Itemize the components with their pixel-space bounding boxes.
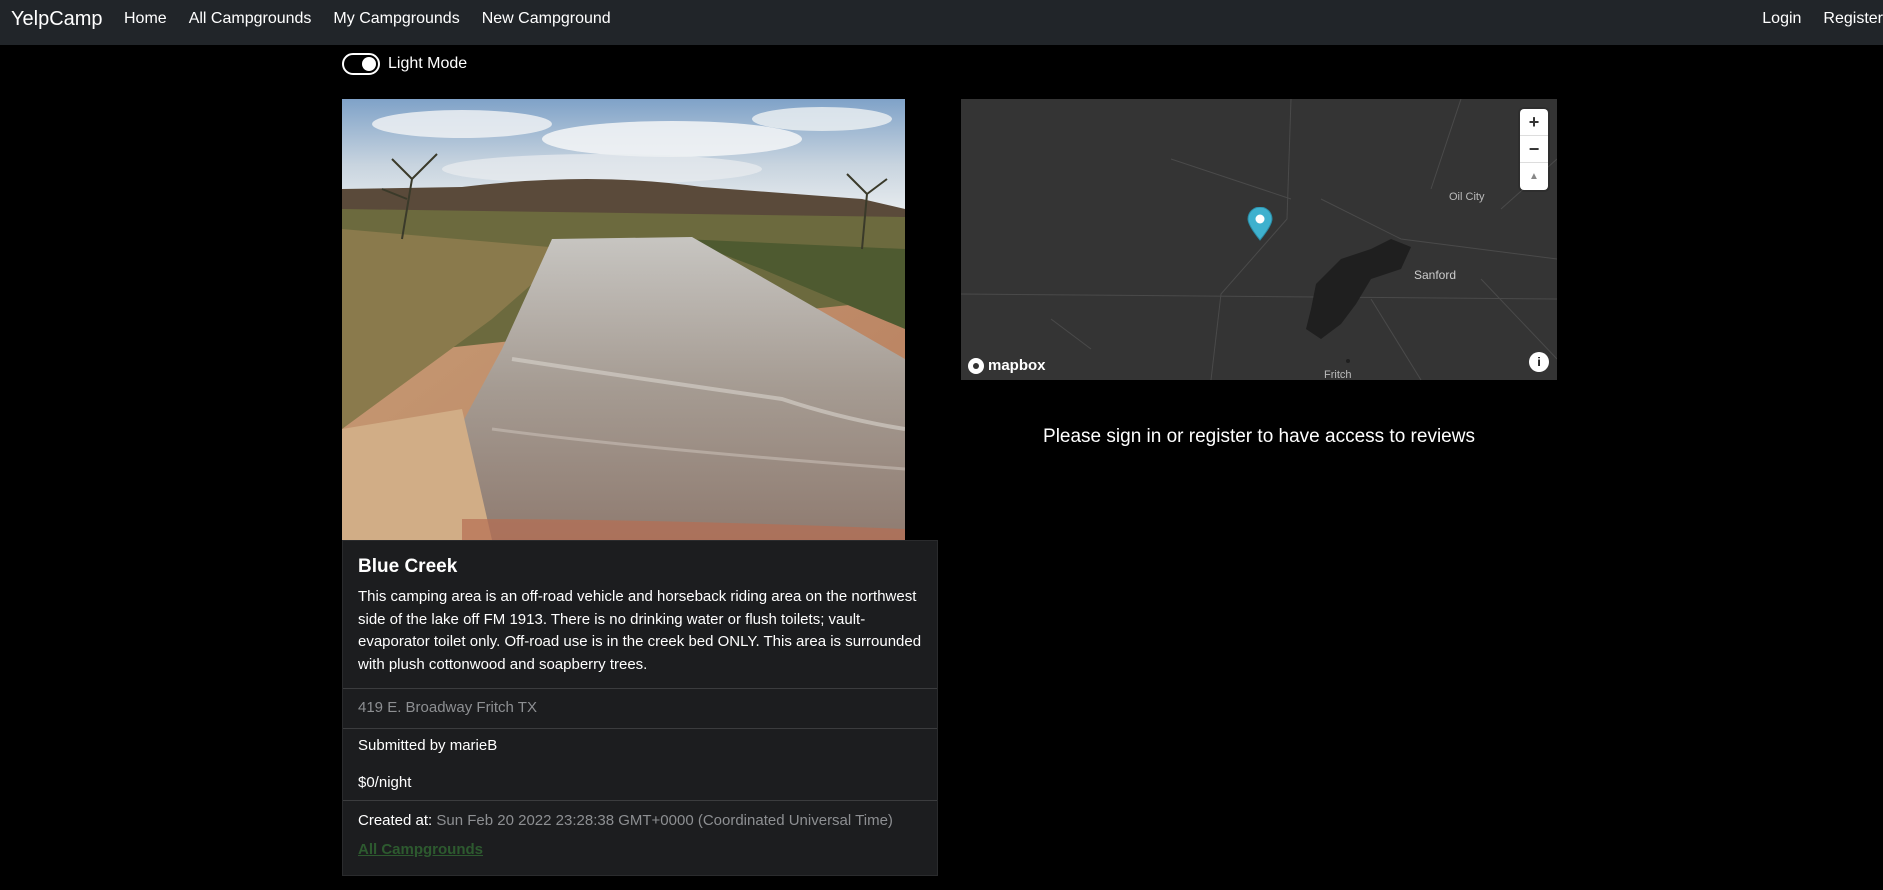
zoom-in-button[interactable]: + [1520, 109, 1548, 136]
brand-logo[interactable]: YelpCamp [11, 0, 103, 45]
theme-toggle-switch[interactable] [342, 53, 380, 75]
zoom-out-button[interactable]: − [1520, 136, 1548, 163]
campground-description: This camping area is an off-road vehicle… [358, 588, 922, 673]
navbar: YelpCamp Home All Campgrounds My Campgro… [0, 0, 1883, 45]
mapbox-logo-icon [968, 357, 984, 374]
created-label: Created at: [358, 812, 433, 829]
campground-card: Blue Creek This camping area is an off-r… [342, 540, 938, 876]
theme-toggle-row: Light Mode [342, 52, 467, 76]
reviews-signin-message: Please sign in or register to have acces… [1043, 426, 1475, 447]
nav-auth-links: Login Register [1740, 0, 1883, 38]
theme-toggle-label[interactable]: Light Mode [388, 55, 467, 73]
map-place-fritch: Fritch [1324, 369, 1352, 380]
campground-image [342, 99, 905, 540]
map-controls: + − ▲ [1520, 109, 1548, 190]
campground-title: Blue Creek [358, 556, 458, 577]
all-campgrounds-link[interactable]: All Campgrounds [358, 841, 483, 858]
map[interactable]: Oil City Sanford Fritch + − ▲ mapbox i [961, 99, 1557, 380]
nav-all-campgrounds[interactable]: All Campgrounds [189, 10, 312, 28]
created-value: Sun Feb 20 2022 23:28:38 GMT+0000 (Coord… [436, 812, 893, 829]
nav-login[interactable]: Login [1762, 10, 1801, 28]
compass-button[interactable]: ▲ [1520, 163, 1548, 190]
nav-links: Home All Campgrounds My Campgrounds New … [124, 0, 633, 38]
mapbox-logo-text: mapbox [988, 357, 1046, 374]
mapbox-logo[interactable]: mapbox [968, 357, 1046, 374]
toggle-knob [362, 57, 376, 71]
nav-new-campground[interactable]: New Campground [482, 10, 611, 28]
map-marker-icon[interactable] [1247, 207, 1273, 241]
map-attribution-info-icon[interactable]: i [1529, 352, 1549, 372]
nav-my-campgrounds[interactable]: My Campgrounds [333, 10, 459, 28]
map-place-sanford: Sanford [1414, 268, 1457, 282]
nav-home[interactable]: Home [124, 10, 167, 28]
card-footer: Created at: Sun Feb 20 2022 23:28:38 GMT… [343, 801, 937, 858]
nav-register[interactable]: Register [1823, 10, 1883, 28]
map-place-oil-city: Oil City [1449, 191, 1485, 203]
campground-location: 419 E. Broadway Fritch TX [343, 689, 937, 729]
campground-author: Submitted by marieB [358, 737, 498, 754]
card-body: Blue Creek This camping area is an off-r… [343, 541, 937, 689]
campground-price: $0/night [343, 754, 937, 801]
